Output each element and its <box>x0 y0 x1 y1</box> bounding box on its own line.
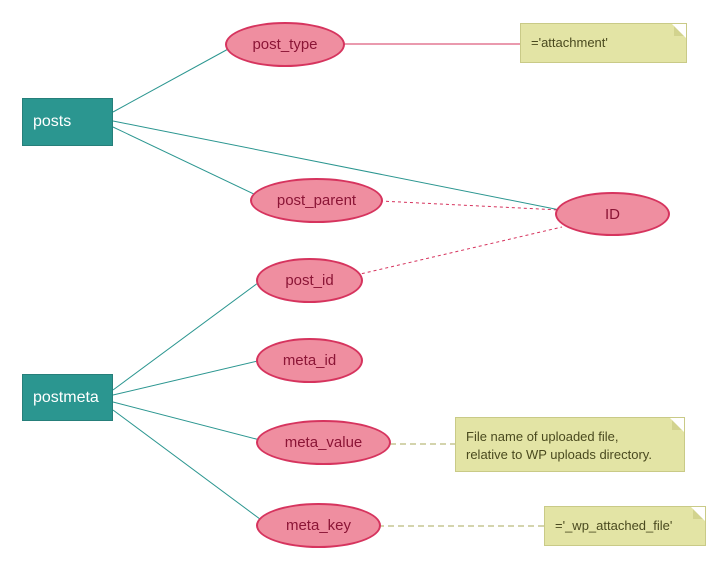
attribute-meta-value: meta_value <box>256 420 391 465</box>
entity-postmeta-label: postmeta <box>33 389 99 407</box>
note-attachment: ='attachment' <box>520 23 687 63</box>
note-attachment-text: ='attachment' <box>531 35 608 50</box>
note-wp-attached: ='_wp_attached_file' <box>544 506 706 546</box>
attribute-post-type: post_type <box>225 22 345 67</box>
attribute-post-type-label: post_type <box>252 36 317 53</box>
note-filename: File name of uploaded file, relative to … <box>455 417 685 472</box>
attribute-post-id: post_id <box>256 258 363 303</box>
entity-postmeta: postmeta <box>22 374 113 421</box>
note-filename-text: File name of uploaded file, relative to … <box>466 429 652 462</box>
attribute-meta-id: meta_id <box>256 338 363 383</box>
attribute-meta-value-label: meta_value <box>285 434 363 451</box>
attribute-meta-key-label: meta_key <box>286 517 351 534</box>
attribute-meta-key: meta_key <box>256 503 381 548</box>
entity-posts: posts <box>22 98 113 146</box>
diagram-connectors <box>0 0 728 587</box>
note-wp-attached-text: ='_wp_attached_file' <box>555 518 672 533</box>
attribute-post-parent: post_parent <box>250 178 383 223</box>
entity-posts-label: posts <box>33 113 71 131</box>
attribute-meta-id-label: meta_id <box>283 352 336 369</box>
attribute-post-parent-label: post_parent <box>277 192 356 209</box>
attribute-post-id-label: post_id <box>285 272 333 289</box>
attribute-id: ID <box>555 192 670 236</box>
attribute-id-label: ID <box>605 206 620 223</box>
